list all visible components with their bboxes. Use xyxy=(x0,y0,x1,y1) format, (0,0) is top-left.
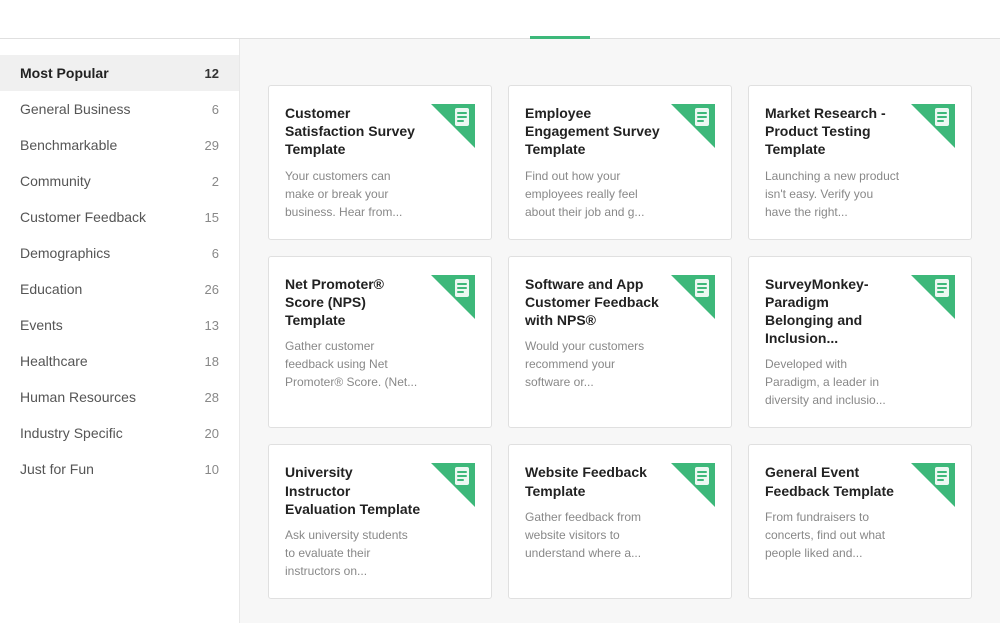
template-card-icon xyxy=(911,275,955,319)
template-card-title: General Event Feedback Template xyxy=(765,463,901,499)
sidebar-item-count: 18 xyxy=(205,354,219,369)
template-card-text: SurveyMonkey-Paradigm Belonging and Incl… xyxy=(765,275,901,410)
sidebar-item-count: 20 xyxy=(205,426,219,441)
sidebar-item-label: Just for Fun xyxy=(20,461,94,477)
template-card-general-event[interactable]: General Event Feedback Template From fun… xyxy=(748,444,972,599)
tab-all-templates[interactable] xyxy=(530,0,590,39)
sidebar-item-label: Healthcare xyxy=(20,353,88,369)
sidebar-item-events[interactable]: Events 13 xyxy=(0,307,239,343)
sidebar-item-label: General Business xyxy=(20,101,131,117)
sidebar-item-label: Benchmarkable xyxy=(20,137,117,153)
template-card-desc: Would your customers recommend your soft… xyxy=(525,337,661,391)
template-card-title: Net Promoter® Score (NPS) Template xyxy=(285,275,421,330)
template-card-desc: Find out how your employees really feel … xyxy=(525,167,661,221)
sidebar-item-count: 29 xyxy=(205,138,219,153)
template-card-title: Software and App Customer Feedback with … xyxy=(525,275,661,330)
template-card-title: Website Feedback Template xyxy=(525,463,661,499)
sidebar-item-customer-feedback[interactable]: Customer Feedback 15 xyxy=(0,199,239,235)
template-card-market-research[interactable]: Market Research - Product Testing Templa… xyxy=(748,85,972,240)
tab-most-popular[interactable] xyxy=(410,0,470,39)
template-card-desc: Launching a new product isn't easy. Veri… xyxy=(765,167,901,221)
template-card-title: Employee Engagement Survey Template xyxy=(525,104,661,159)
template-card-university-instructor[interactable]: University Instructor Evaluation Templat… xyxy=(268,444,492,599)
template-card-title: University Instructor Evaluation Templat… xyxy=(285,463,421,518)
sidebar-item-label: Customer Feedback xyxy=(20,209,146,225)
sidebar-item-education[interactable]: Education 26 xyxy=(0,271,239,307)
template-card-employee-engagement[interactable]: Employee Engagement Survey Template Find… xyxy=(508,85,732,240)
sidebar-item-general-business[interactable]: General Business 6 xyxy=(0,91,239,127)
template-card-text: University Instructor Evaluation Templat… xyxy=(285,463,421,580)
sidebar-item-human-resources[interactable]: Human Resources 28 xyxy=(0,379,239,415)
sidebar-item-industry-specific[interactable]: Industry Specific 20 xyxy=(0,415,239,451)
template-card-desc: Your customers can make or break your bu… xyxy=(285,167,421,221)
template-card-icon xyxy=(911,104,955,148)
sidebar-item-label: Industry Specific xyxy=(20,425,123,441)
template-card-icon xyxy=(431,275,475,319)
template-card-icon xyxy=(431,463,475,507)
template-card-title: Customer Satisfaction Survey Template xyxy=(285,104,421,159)
template-card-icon xyxy=(431,104,475,148)
sidebar-item-count: 6 xyxy=(212,246,219,261)
sidebar-item-label: Demographics xyxy=(20,245,110,261)
sidebar-item-count: 10 xyxy=(205,462,219,477)
sidebar-item-label: Community xyxy=(20,173,91,189)
sidebar-item-just-for-fun[interactable]: Just for Fun 10 xyxy=(0,451,239,487)
template-card-desc: Ask university students to evaluate thei… xyxy=(285,526,421,580)
template-card-title: SurveyMonkey-Paradigm Belonging and Incl… xyxy=(765,275,901,348)
template-card-desc: Gather customer feedback using Net Promo… xyxy=(285,337,421,391)
sidebar-item-count: 15 xyxy=(205,210,219,225)
template-grid: Customer Satisfaction Survey Template Yo… xyxy=(268,85,972,599)
template-card-title: Market Research - Product Testing Templa… xyxy=(765,104,901,159)
main-layout: Most Popular 12 General Business 6 Benchmark… xyxy=(0,39,1000,623)
sidebar-item-count: 6 xyxy=(212,102,219,117)
sidebar-item-community[interactable]: Community 2 xyxy=(0,163,239,199)
template-card-text: General Event Feedback Template From fun… xyxy=(765,463,901,561)
sidebar-item-demographics[interactable]: Demographics 6 xyxy=(0,235,239,271)
sidebar: Most Popular 12 General Business 6 Benchmark… xyxy=(0,39,240,623)
template-card-desc: Developed with Paradigm, a leader in div… xyxy=(765,355,901,409)
template-card-text: Market Research - Product Testing Templa… xyxy=(765,104,901,221)
template-card-desc: Gather feedback from website visitors to… xyxy=(525,508,661,562)
template-card-text: Software and App Customer Feedback with … xyxy=(525,275,661,392)
template-card-nps[interactable]: Net Promoter® Score (NPS) Template Gathe… xyxy=(268,256,492,429)
sidebar-item-label: Events xyxy=(20,317,63,333)
sidebar-item-label: Human Resources xyxy=(20,389,136,405)
sidebar-item-label: Most Popular xyxy=(20,65,109,81)
template-card-website-feedback[interactable]: Website Feedback Template Gather feedbac… xyxy=(508,444,732,599)
tab-my-surveys[interactable] xyxy=(470,0,530,39)
sidebar-item-count: 2 xyxy=(212,174,219,189)
sidebar-item-count: 26 xyxy=(205,282,219,297)
template-card-text: Customer Satisfaction Survey Template Yo… xyxy=(285,104,421,221)
sidebar-item-healthcare[interactable]: Healthcare 18 xyxy=(0,343,239,379)
template-card-desc: From fundraisers to concerts, find out w… xyxy=(765,508,901,562)
sidebar-item-label: Education xyxy=(20,281,82,297)
content-area: Customer Satisfaction Survey Template Yo… xyxy=(240,39,1000,623)
sidebar-item-most-popular[interactable]: Most Popular 12 xyxy=(0,55,239,91)
sidebar-item-count: 12 xyxy=(205,66,219,81)
template-card-text: Website Feedback Template Gather feedbac… xyxy=(525,463,661,561)
sidebar-item-count: 28 xyxy=(205,390,219,405)
template-card-icon xyxy=(671,275,715,319)
template-card-icon xyxy=(671,463,715,507)
template-card-software-feedback[interactable]: Software and App Customer Feedback with … xyxy=(508,256,732,429)
sidebar-item-benchmarkable[interactable]: Benchmarkable 29 xyxy=(0,127,239,163)
top-navigation xyxy=(0,0,1000,39)
template-card-text: Net Promoter® Score (NPS) Template Gathe… xyxy=(285,275,421,392)
sidebar-item-count: 13 xyxy=(205,318,219,333)
template-card-icon xyxy=(911,463,955,507)
template-card-belonging-inclusion[interactable]: SurveyMonkey-Paradigm Belonging and Incl… xyxy=(748,256,972,429)
template-card-customer-satisfaction[interactable]: Customer Satisfaction Survey Template Yo… xyxy=(268,85,492,240)
template-card-icon xyxy=(671,104,715,148)
template-card-text: Employee Engagement Survey Template Find… xyxy=(525,104,661,221)
